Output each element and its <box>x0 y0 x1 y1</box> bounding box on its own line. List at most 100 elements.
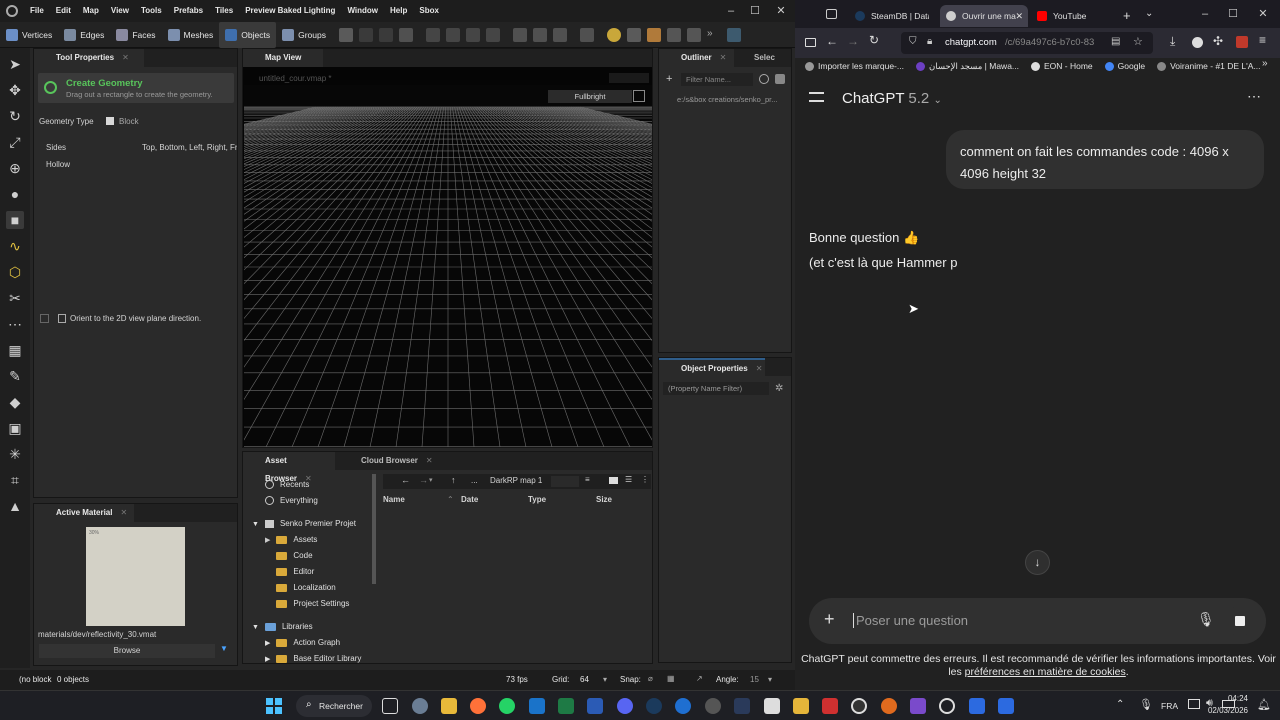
tab-map-view[interactable]: Map View <box>243 49 323 67</box>
entity-icon[interactable] <box>512 27 527 42</box>
outliner-filter-input[interactable]: Filter Name... <box>681 73 753 86</box>
browser-close-icon[interactable]: ✕ <box>1251 3 1275 25</box>
menu-item-help[interactable]: Help <box>384 0 413 22</box>
bookmark-item[interactable]: Google <box>1104 61 1145 71</box>
block-tool-icon[interactable]: ■ <box>6 211 24 229</box>
gamepad-icon[interactable] <box>579 27 594 42</box>
tree-item-folder[interactable]: ▶ Assets <box>265 535 317 544</box>
menu-item-prefabs[interactable]: Prefabs <box>168 0 209 22</box>
tab-outliner[interactable]: Outliner ✕ <box>659 49 734 67</box>
tree-item-folder[interactable]: ▶ Code <box>265 551 313 560</box>
camera-tool-icon[interactable]: ▲ <box>6 497 24 515</box>
taskbar-search[interactable]: ⌕ Rechercher <box>296 695 372 717</box>
outliner-path[interactable]: e:/s&box creations/senko_pr... <box>677 95 777 104</box>
whatsapp-icon[interactable] <box>499 698 515 714</box>
column-header-size[interactable]: Size <box>596 495 612 504</box>
bookmark-star-icon[interactable]: ☆ <box>1133 35 1143 48</box>
lighting-icon[interactable] <box>532 27 547 42</box>
browser-tab[interactable]: YouTube <box>1031 5 1117 27</box>
vertex-tool-icon[interactable]: ⋯ <box>6 315 24 333</box>
list-view-icon[interactable]: ☰ <box>625 475 632 484</box>
tab-object-properties[interactable]: Object Properties ✕ <box>659 358 765 376</box>
tree-item-everything[interactable]: Everything <box>265 496 318 506</box>
clock-time[interactable]: 04:24 <box>1220 694 1248 703</box>
light-tool-icon[interactable]: ● <box>6 185 24 203</box>
sidebar-toggle-icon[interactable] <box>805 38 816 47</box>
menu-icon[interactable]: ≡ <box>1259 33 1266 47</box>
word-icon[interactable] <box>587 698 603 714</box>
grid-dropdown-icon[interactable]: ▾ <box>603 675 607 684</box>
scale-tool-icon[interactable]: ⤢ <box>6 133 24 151</box>
tree-item-libraries[interactable]: ▼ Libraries <box>252 622 313 631</box>
column-header-name[interactable]: Name <box>383 495 405 504</box>
rsi-launcher-icon[interactable] <box>734 698 750 714</box>
close-icon[interactable]: ✕ <box>769 0 793 22</box>
tree-item-folder[interactable]: ▶ Editor <box>265 567 314 576</box>
foliage-tool-icon[interactable]: ✳ <box>6 445 24 463</box>
viewport-options-icon[interactable] <box>633 90 645 102</box>
extensions-icon[interactable]: ✣ <box>1213 34 1223 48</box>
light-bulb-icon[interactable] <box>606 27 621 42</box>
red-app-icon[interactable] <box>822 698 838 714</box>
rotate-icon[interactable]: ↻ <box>6 107 24 125</box>
paint-tool-icon[interactable]: ✎ <box>6 367 24 385</box>
path-icon[interactable] <box>686 27 701 42</box>
clip-tool-icon[interactable]: ✂ <box>6 289 24 307</box>
task-view-icon[interactable] <box>382 698 398 714</box>
angle-snap-icon[interactable]: ↗ <box>696 674 703 683</box>
menu-item-sbox[interactable]: Sbox <box>413 0 445 22</box>
maximize-icon[interactable]: ☐ <box>743 0 767 22</box>
mode-vertices-button[interactable]: Vertices <box>0 22 58 48</box>
browse-button[interactable]: Browse <box>39 644 215 658</box>
account-icon[interactable] <box>1192 37 1203 48</box>
app-launcher-icon[interactable] <box>764 698 780 714</box>
shield-icon[interactable]: ⛉ <box>909 36 917 47</box>
discord-icon[interactable] <box>617 698 633 714</box>
stairs-tool-icon[interactable]: ⌗ <box>6 471 24 489</box>
epic-games-icon[interactable] <box>881 698 897 714</box>
menu-item-file[interactable]: File <box>24 0 50 22</box>
tab-asset-browser[interactable]: Asset Browser ✕ <box>243 452 335 483</box>
obs-icon[interactable] <box>851 698 867 714</box>
chat-input-box[interactable]: + Poser une question 🎙︎ <box>809 598 1266 644</box>
tree-item-recents[interactable]: Recents <box>265 480 309 490</box>
new-tab-icon[interactable]: + <box>1123 8 1131 23</box>
network-icon[interactable] <box>1188 699 1200 709</box>
shield-icon[interactable] <box>646 27 661 42</box>
path-tool-icon[interactable]: ∿ <box>6 237 24 255</box>
tree-item-folder[interactable]: ▶ Project Settings <box>265 599 349 608</box>
property-filter-input[interactable]: (Property Name Filter) <box>663 382 769 395</box>
roblox-icon[interactable] <box>793 698 809 714</box>
sbox-editor-icon[interactable] <box>998 698 1014 714</box>
umbrella-icon[interactable] <box>552 27 567 42</box>
render-mode-button[interactable]: Fullbright <box>548 90 632 103</box>
tab-tool-properties[interactable]: Tool Properties ✕ <box>34 49 144 67</box>
more-options-icon[interactable]: ⋯ <box>1247 88 1261 105</box>
history-dropdown-icon[interactable]: ▾ <box>429 476 433 484</box>
language-indicator[interactable]: FRA <box>1161 701 1178 711</box>
breadcrumb-dots[interactable]: ... <box>471 476 478 485</box>
browser-tab[interactable]: Ouvrir une ma ✕ <box>940 5 1028 27</box>
menu-item-tiles[interactable]: Tiles <box>209 0 239 22</box>
menu-item-tools[interactable]: Tools <box>135 0 168 22</box>
grid-size-select[interactable]: 64 <box>580 675 589 684</box>
material-thumbnail[interactable]: 30% <box>86 527 185 626</box>
entity-tool-icon[interactable]: ▣ <box>6 419 24 437</box>
snap-toggle-icon[interactable]: ⌀ <box>648 674 653 683</box>
bookmark-item[interactable]: Voiranime - #1 DE L'A... <box>1157 61 1261 71</box>
vertex-icon[interactable] <box>358 27 373 42</box>
chat-input-field[interactable]: Poser une question <box>853 613 968 628</box>
vpn-icon[interactable] <box>675 698 691 714</box>
sbox-icon[interactable] <box>969 698 985 714</box>
menu-item-map[interactable]: Map <box>77 0 105 22</box>
outliner-search-icon[interactable] <box>759 74 769 84</box>
mode-faces-button[interactable]: Faces <box>110 22 161 48</box>
menu-item-window[interactable]: Window <box>341 0 384 22</box>
firefox-icon[interactable] <box>470 698 486 714</box>
notification-bell-icon[interactable]: 🔔︎ <box>1257 698 1271 711</box>
steam-icon[interactable] <box>646 698 662 714</box>
tab-overview-icon[interactable] <box>826 9 837 19</box>
microphone-icon[interactable]: 🎙︎ <box>1197 611 1215 628</box>
settings-icon[interactable] <box>412 698 428 714</box>
browser-maximize-icon[interactable]: ☐ <box>1221 3 1245 25</box>
